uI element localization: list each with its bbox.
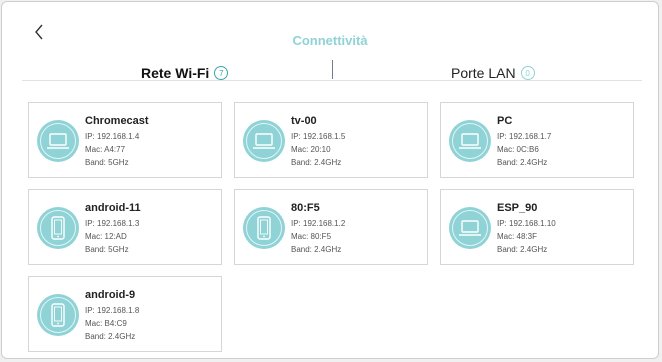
phone-icon bbox=[37, 294, 79, 336]
header-divider bbox=[22, 80, 642, 81]
device-band: Band: 2.4GHz bbox=[85, 332, 136, 341]
device-ip: IP: 192.168.1.8 bbox=[85, 306, 140, 315]
wifi-count-badge: 7 bbox=[214, 66, 229, 80]
device-ip: IP: 192.168.1.10 bbox=[497, 219, 556, 228]
device-ip: IP: 192.168.1.4 bbox=[85, 132, 140, 141]
device-mac: Mac: B4:C9 bbox=[85, 319, 127, 328]
device-ip: IP: 192.168.1.7 bbox=[497, 132, 552, 141]
laptop-icon bbox=[449, 120, 491, 162]
connectivity-panel: Connettività Rete Wi-Fi 7 Porte LAN 0 Ch… bbox=[1, 1, 659, 359]
device-mac: Mac: 12:AD bbox=[85, 232, 127, 241]
device-band: Band: 5GHz bbox=[85, 158, 129, 167]
device-card[interactable]: 80:F5 IP: 192.168.1.2 Mac: 80:F5 Band: 2… bbox=[234, 189, 428, 265]
phone-icon bbox=[243, 207, 285, 249]
device-card[interactable]: android-9 IP: 192.168.1.8 Mac: B4:C9 Ban… bbox=[28, 276, 222, 352]
tab-wifi-label: Rete Wi-Fi bbox=[141, 65, 210, 81]
device-name: tv-00 bbox=[291, 115, 317, 127]
device-mac: Mac: 0C:B6 bbox=[497, 145, 539, 154]
device-card[interactable]: ESP_90 IP: 192.168.1.10 Mac: 48:3F Band:… bbox=[440, 189, 634, 265]
device-mac: Mac: 80:F5 bbox=[291, 232, 332, 241]
device-band: Band: 2.4GHz bbox=[291, 158, 342, 167]
device-name: Chromecast bbox=[85, 115, 149, 127]
device-ip: IP: 192.168.1.2 bbox=[291, 219, 346, 228]
device-name: 80:F5 bbox=[291, 202, 320, 214]
page-title: Connettività bbox=[292, 33, 368, 48]
device-name: PC bbox=[497, 115, 513, 127]
device-card[interactable]: PC IP: 192.168.1.7 Mac: 0C:B6 Band: 2.4G… bbox=[440, 102, 634, 178]
laptop-icon bbox=[37, 120, 79, 162]
tab-lan-label: Porte LAN bbox=[451, 65, 516, 81]
device-name: android-11 bbox=[85, 202, 141, 214]
device-mac: Mac: 48:3F bbox=[497, 232, 538, 241]
phone-icon bbox=[37, 207, 79, 249]
device-name: ESP_90 bbox=[497, 202, 538, 214]
device-band: Band: 2.4GHz bbox=[291, 245, 342, 254]
device-ip: IP: 192.168.1.5 bbox=[291, 132, 346, 141]
device-card[interactable]: Chromecast IP: 192.168.1.4 Mac: A4:77 Ba… bbox=[28, 102, 222, 178]
device-band: Band: 2.4GHz bbox=[497, 245, 548, 254]
laptop-icon bbox=[243, 120, 285, 162]
device-card[interactable]: android-11 IP: 192.168.1.3 Mac: 12:AD Ba… bbox=[28, 189, 222, 265]
device-mac: Mac: A4:77 bbox=[85, 145, 126, 154]
device-band: Band: 2.4GHz bbox=[497, 158, 548, 167]
lan-count-badge: 0 bbox=[520, 66, 535, 80]
device-name: android-9 bbox=[85, 289, 136, 301]
device-ip: IP: 192.168.1.3 bbox=[85, 219, 140, 228]
device-card[interactable]: tv-00 IP: 192.168.1.5 Mac: 20:10 Band: 2… bbox=[234, 102, 428, 178]
device-band: Band: 5GHz bbox=[85, 245, 129, 254]
tab-divider bbox=[332, 60, 333, 79]
laptop-icon bbox=[449, 207, 491, 249]
device-mac: Mac: 20:10 bbox=[291, 145, 331, 154]
